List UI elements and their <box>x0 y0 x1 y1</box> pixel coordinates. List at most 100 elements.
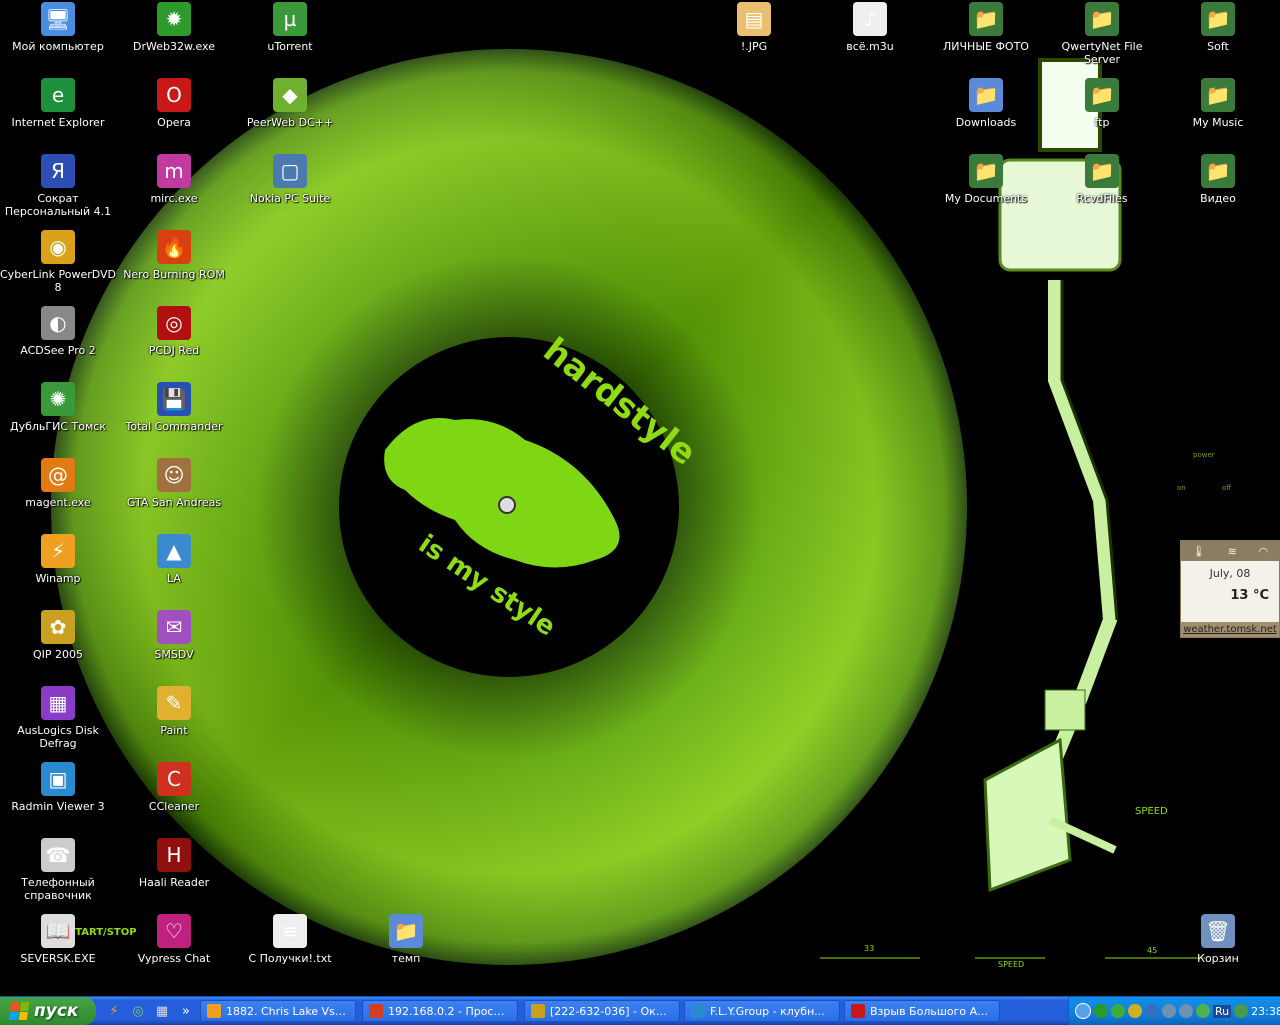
dublgis-icon: ✺ <box>41 382 75 416</box>
radmin-icon: ▣ <box>41 762 75 796</box>
desktop-icon[interactable]: m mirc.exe <box>116 154 232 226</box>
taskbar-button-label: Взрыв Большого Ад... <box>870 1004 993 1018</box>
recycle-bin-icon: 🗑 <box>1201 914 1235 948</box>
desktop-icon[interactable]: 📁 Soft <box>1160 2 1276 74</box>
language-indicator[interactable]: Ru <box>1213 1004 1232 1018</box>
weather-date: July, 08 <box>1209 567 1251 580</box>
tray-utorrent-icon[interactable] <box>1111 1004 1125 1018</box>
taskbar-button[interactable]: 192.168.0.2 - Просм... <box>362 1000 518 1022</box>
tray-volume-icon[interactable] <box>1234 1004 1249 1018</box>
clock[interactable]: 23:38 <box>1251 1005 1280 1018</box>
desktop-icon[interactable]: 📁 темп <box>348 914 464 986</box>
desktop-icon-label: AusLogics Disk Defrag <box>17 724 99 750</box>
desktop-icon[interactable]: µ uTorrent <box>232 2 348 74</box>
desktop-icon[interactable]: ≡ С Получки!.txt <box>232 914 348 986</box>
desktop-icon[interactable]: ▣ Radmin Viewer 3 <box>0 762 116 834</box>
desktop-icon[interactable]: 📁 ftp <box>1044 78 1160 150</box>
desktop-icon-label: Total Commander <box>125 420 223 433</box>
qip-icon: ✿ <box>41 610 75 644</box>
show-desktop-icon[interactable]: ◎ <box>128 1001 148 1021</box>
tray-arrow-icon[interactable] <box>1075 1003 1091 1019</box>
desktop-icon[interactable]: 📁 QwertyNet File Server <box>1044 2 1160 74</box>
desktop-icon[interactable]: ♪ всё.m3u <box>812 2 928 74</box>
desktop-icon-label: CCleaner <box>148 800 200 813</box>
pcdj-icon: ◎ <box>157 306 191 340</box>
desktop-icon[interactable]: 📁 ЛИЧНЫЕ ФОТО <box>928 2 1044 74</box>
start-button[interactable]: пуск <box>0 997 96 1025</box>
media-icon[interactable]: ▦ <box>152 1001 172 1021</box>
desktop-icon[interactable]: ▢ Nokia PC Suite <box>232 154 348 226</box>
desktop-icon[interactable]: 📁 My Music <box>1160 78 1276 150</box>
desktop-icon[interactable]: 📁 RcvdFiles <box>1044 154 1160 226</box>
network-folder-icon: 📁 <box>1085 78 1119 112</box>
desktop-icon-label: Телефонный справочник <box>21 876 95 902</box>
nokia-icon: ▢ <box>273 154 307 188</box>
desktop-icon[interactable]: ✺ ДубльГИС Томск <box>0 382 116 454</box>
tray-network-icon[interactable] <box>1162 1004 1176 1018</box>
weather-link[interactable]: weather.tomsk.net <box>1181 622 1279 637</box>
thermometer-icon[interactable]: 🌡 <box>1192 545 1206 558</box>
desktop-icon-label: PCDJ Red <box>148 344 200 357</box>
tray-qip-icon[interactable] <box>1128 1004 1142 1018</box>
desktop-icon[interactable]: H Haali Reader <box>116 838 232 910</box>
desktop-icon-label: С Получки!.txt <box>248 952 332 965</box>
desktop-icon[interactable]: ◐ ACDSee Pro 2 <box>0 306 116 378</box>
desktop-icon[interactable]: 🗑 Корзин <box>1160 914 1276 986</box>
desktop-icon[interactable]: O Opera <box>116 78 232 150</box>
desktop-icon-label: Nero Burning ROM <box>123 268 225 281</box>
desktop-icon[interactable]: 📁 Видео <box>1160 154 1276 226</box>
taskbar-button-label: [222-632-036] - Окн... <box>550 1004 673 1018</box>
desktop-icon[interactable]: 💾 Total Commander <box>116 382 232 454</box>
desktop-icon[interactable]: ◆ PeerWeb DC++ <box>232 78 348 150</box>
tray-status-icon[interactable] <box>1094 1004 1108 1018</box>
internet-explorer-icon <box>691 1004 705 1018</box>
desktop-icon[interactable]: ▦ AusLogics Disk Defrag <box>0 686 116 758</box>
tray-network2-icon[interactable] <box>1179 1004 1193 1018</box>
desktop-icon[interactable]: Я Сократ Персональный 4.1 <box>0 154 116 226</box>
tray-icq-icon[interactable] <box>1196 1004 1210 1018</box>
desktop-icon-label: DrWeb32w.exe <box>133 40 215 53</box>
desktop-icon[interactable]: ◉ CyberLink PowerDVD 8 <box>0 230 116 302</box>
desktop-icon[interactable]: ✹ DrWeb32w.exe <box>116 2 232 74</box>
desktop-icon[interactable]: 📖 SEVERSK.EXE <box>0 914 116 986</box>
vypress-icon: ♡ <box>157 914 191 948</box>
desktop-icon-label: !.JPG <box>740 40 768 53</box>
desktop-icon[interactable]: ✉ SMSDV <box>116 610 232 682</box>
taskbar-button[interactable]: 1882. Chris Lake Vs T... <box>200 1000 356 1022</box>
chevron-more-icon[interactable]: » <box>176 1001 196 1021</box>
desktop-icon[interactable]: ♡ Vypress Chat <box>116 914 232 986</box>
desktop-icon[interactable]: ✿ QIP 2005 <box>0 610 116 682</box>
tray-download-icon[interactable] <box>1145 1004 1159 1018</box>
desktop-icon[interactable]: e Internet Explorer <box>0 78 116 150</box>
winamp-icon[interactable]: ⚡ <box>104 1001 124 1021</box>
gauge-icon[interactable]: ◠ <box>1259 545 1269 558</box>
taskbar-button[interactable]: Взрыв Большого Ад... <box>844 1000 1000 1022</box>
desktop-icon[interactable]: ☎ Телефонный справочник <box>0 838 116 910</box>
taskbar-button[interactable]: [222-632-036] - Окн... <box>524 1000 680 1022</box>
desktop-icon[interactable]: ◎ PCDJ Red <box>116 306 232 378</box>
taskbar: пуск ⚡ ◎ ▦ » 1882. Chris Lake Vs T... 192… <box>0 996 1280 1025</box>
desktop-icon[interactable]: @ magent.exe <box>0 458 116 530</box>
desktop-icon[interactable]: 🖥 Мой компьютер <box>0 2 116 74</box>
desktop-icon[interactable]: ▤ !.JPG <box>696 2 812 74</box>
desktop-icon-label: Downloads <box>955 116 1017 129</box>
desktop-icon-label: RcvdFiles <box>1076 192 1128 205</box>
gta-icon: ☺ <box>157 458 191 492</box>
wind-icon[interactable]: ≋ <box>1228 545 1237 558</box>
pitch-33-label: 33 <box>864 944 874 953</box>
desktop-icon[interactable]: ⚡ Winamp <box>0 534 116 606</box>
desktop-icon[interactable]: 📁 Downloads <box>928 78 1044 150</box>
video-folder-icon: 📁 <box>1201 154 1235 188</box>
desktop-icon-label: SMSDV <box>154 648 194 661</box>
desktop-icon[interactable]: ☺ GTA San Andreas <box>116 458 232 530</box>
desktop-icon-label: Видео <box>1200 192 1236 205</box>
weather-widget[interactable]: 🌡 ≋ ◠ July, 08 13 °C weather.tomsk.net <box>1180 540 1280 638</box>
desktop-icon[interactable]: 🔥 Nero Burning ROM <box>116 230 232 302</box>
desktop-icon[interactable]: 📁 My Documents <box>928 154 1044 226</box>
taskbar-button[interactable]: F.L.Y.Group - клубн... <box>684 1000 840 1022</box>
desktop-icon[interactable]: C CCleaner <box>116 762 232 834</box>
taskbar-button-label: F.L.Y.Group - клубн... <box>710 1004 825 1018</box>
power-label: power <box>1193 451 1215 459</box>
desktop-icon[interactable]: ✎ Paint <box>116 686 232 758</box>
desktop-icon[interactable]: ▲ LA <box>116 534 232 606</box>
